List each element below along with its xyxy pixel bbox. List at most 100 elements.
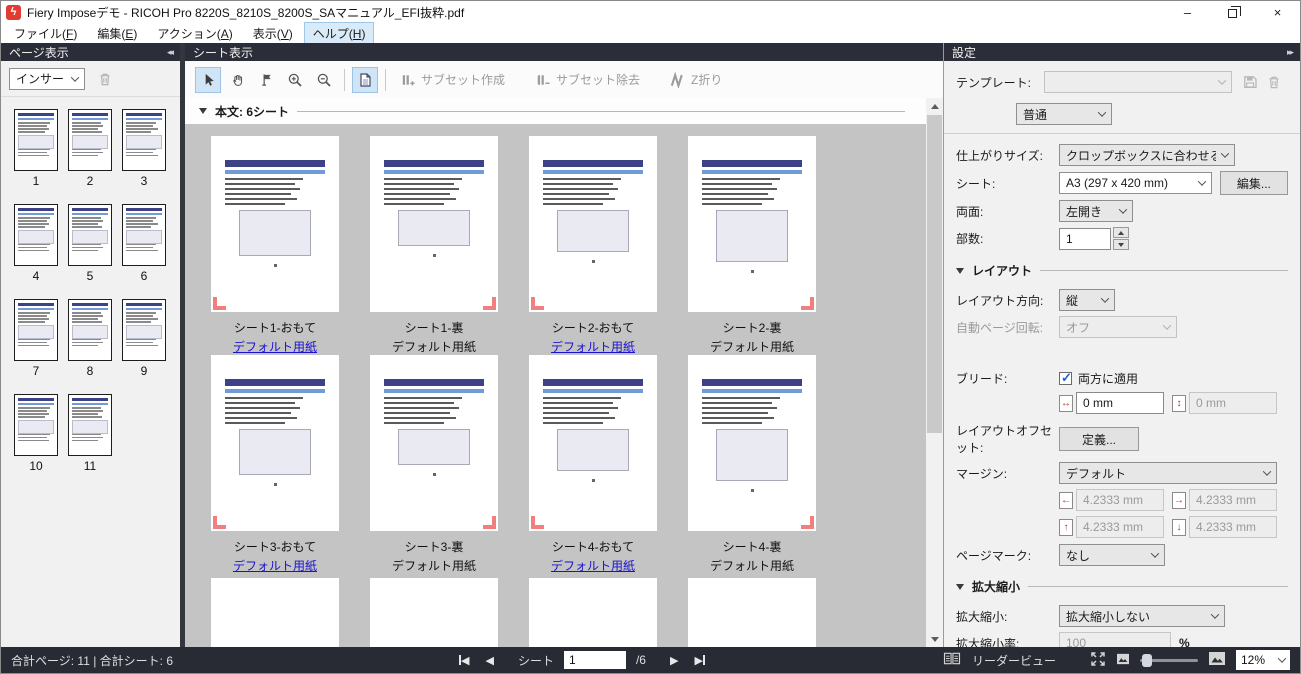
sheet-media-link[interactable]: デフォルト用紙 bbox=[529, 338, 657, 355]
edit-sheet-button[interactable]: 編集... bbox=[1220, 171, 1288, 195]
reader-view-icon[interactable] bbox=[942, 651, 962, 669]
scroll-down-arrow[interactable] bbox=[926, 631, 943, 647]
restore-button[interactable] bbox=[1210, 1, 1255, 23]
zoom-in-image-icon[interactable] bbox=[1208, 651, 1226, 669]
sheet-item[interactable]: シート3-裏デフォルト用紙 bbox=[370, 355, 498, 574]
trash-icon[interactable] bbox=[97, 71, 113, 87]
page-thumbnail[interactable]: 10 bbox=[14, 394, 58, 473]
pan-tool-button[interactable] bbox=[224, 67, 250, 93]
sheet-preview[interactable] bbox=[688, 136, 816, 312]
copies-increment-button[interactable] bbox=[1113, 227, 1129, 238]
fit-to-window-icon[interactable] bbox=[1090, 651, 1106, 670]
close-button[interactable]: × bbox=[1255, 1, 1300, 23]
page-thumbnail[interactable]: 7 bbox=[14, 299, 58, 378]
sheet-media: デフォルト用紙 bbox=[370, 557, 498, 574]
menu-edit[interactable]: 編集(E) bbox=[88, 22, 146, 45]
define-offset-button[interactable]: 定義... bbox=[1059, 427, 1139, 451]
sheet-item-partial[interactable] bbox=[211, 574, 339, 647]
sheet-item[interactable]: シート2-おもてデフォルト用紙 bbox=[529, 136, 657, 355]
sheet-preview[interactable] bbox=[529, 355, 657, 531]
zoom-slider[interactable] bbox=[1140, 659, 1198, 662]
select-tool-button[interactable] bbox=[195, 67, 221, 93]
scale-section-header[interactable]: 拡大縮小 bbox=[956, 578, 1288, 595]
bleed-horizontal-input[interactable]: 0 mm bbox=[1076, 392, 1164, 414]
menu-help[interactable]: ヘルプ(H) bbox=[304, 22, 375, 45]
layout-section-header[interactable]: レイアウト bbox=[956, 262, 1288, 279]
menu-action[interactable]: アクション(A) bbox=[148, 22, 241, 45]
sheet-number-input[interactable] bbox=[564, 651, 626, 669]
sheet-item-partial[interactable] bbox=[370, 574, 498, 647]
delete-template-icon[interactable] bbox=[1266, 74, 1282, 90]
duplex-dropdown[interactable]: 左開き bbox=[1059, 200, 1133, 222]
template-dropdown[interactable] bbox=[1044, 71, 1232, 93]
sheet-media-link[interactable]: デフォルト用紙 bbox=[529, 557, 657, 574]
sheet-item[interactable]: シート3-おもてデフォルト用紙 bbox=[211, 355, 339, 574]
measure-tool-button[interactable] bbox=[253, 67, 279, 93]
sheet-preview[interactable] bbox=[529, 136, 657, 312]
sheet-item[interactable]: シート2-裏デフォルト用紙 bbox=[688, 136, 816, 355]
sheet-item-partial[interactable] bbox=[688, 574, 816, 647]
vertical-scrollbar[interactable] bbox=[926, 98, 943, 647]
next-sheet-button[interactable]: ▶ bbox=[670, 654, 678, 667]
sheet-content-view-button[interactable] bbox=[352, 67, 378, 93]
layout-direction-dropdown[interactable]: 縦 bbox=[1059, 289, 1115, 311]
mode-dropdown[interactable]: 普通 bbox=[1016, 103, 1112, 125]
save-template-icon[interactable] bbox=[1242, 74, 1258, 90]
menu-view[interactable]: 表示(V) bbox=[244, 22, 302, 45]
scrollbar-thumb[interactable] bbox=[927, 115, 942, 433]
z-fold-button[interactable]: Z折り bbox=[663, 71, 728, 88]
sheet-item[interactable]: シート1-裏デフォルト用紙 bbox=[370, 136, 498, 355]
page-thumbnail[interactable]: 2 bbox=[68, 109, 112, 188]
zoom-out-tool-button[interactable] bbox=[311, 67, 337, 93]
insert-dropdown[interactable]: インサート bbox=[9, 68, 85, 90]
sheet-size-dropdown[interactable]: A3 (297 x 420 mm) bbox=[1059, 172, 1212, 194]
sheet-preview[interactable] bbox=[211, 136, 339, 312]
prev-sheet-button[interactable]: ◀ bbox=[485, 654, 493, 667]
reader-view-label[interactable]: リーダービュー bbox=[972, 652, 1056, 669]
bleed-both-checkbox[interactable]: ✓ bbox=[1059, 372, 1072, 385]
page-thumbnail[interactable]: 11 bbox=[68, 394, 112, 473]
sheet-name: シート2-裏 bbox=[688, 319, 816, 336]
page-thumbnail[interactable]: 3 bbox=[122, 109, 166, 188]
last-sheet-button[interactable]: ▶ bbox=[694, 654, 704, 667]
expand-panel-icon[interactable]: ▸▸ bbox=[1287, 47, 1292, 58]
sheet-item-partial[interactable] bbox=[529, 574, 657, 647]
page-thumbnail[interactable]: 6 bbox=[122, 204, 166, 283]
page-thumbnail[interactable]: 1 bbox=[14, 109, 58, 188]
first-sheet-button[interactable]: ◀ bbox=[459, 654, 469, 667]
zoom-in-tool-button[interactable] bbox=[282, 67, 308, 93]
minimize-button[interactable]: – bbox=[1165, 1, 1210, 23]
page-thumbnail[interactable]: 8 bbox=[68, 299, 112, 378]
body-section-header[interactable]: 本文: 6シート bbox=[185, 98, 943, 124]
collapse-panel-icon[interactable]: ◂◂ bbox=[167, 47, 172, 58]
page-mark-dropdown[interactable]: なし bbox=[1059, 544, 1165, 566]
page-thumbnail[interactable]: 4 bbox=[14, 204, 58, 283]
page-thumbnail[interactable]: 5 bbox=[68, 204, 112, 283]
sheet-preview[interactable] bbox=[370, 355, 498, 531]
menu-file[interactable]: ファイル(F) bbox=[5, 22, 86, 45]
zoom-slider-thumb[interactable] bbox=[1142, 654, 1152, 667]
sheet-item[interactable]: シート1-おもてデフォルト用紙 bbox=[211, 136, 339, 355]
scale-dropdown[interactable]: 拡大縮小しない bbox=[1059, 605, 1225, 627]
sheet-item[interactable]: シート4-おもてデフォルト用紙 bbox=[529, 355, 657, 574]
subset-create-button[interactable]: サブセット作成 bbox=[393, 71, 511, 88]
crop-corner-mark bbox=[531, 297, 544, 310]
sheet-preview[interactable] bbox=[211, 355, 339, 531]
sheet-preview[interactable] bbox=[688, 355, 816, 531]
page-thumbnail[interactable]: 9 bbox=[122, 299, 166, 378]
sheet-name: シート1-裏 bbox=[370, 319, 498, 336]
sheet-media-link[interactable]: デフォルト用紙 bbox=[211, 338, 339, 355]
layout-offset-label: レイアウトオフセット: bbox=[956, 422, 1059, 456]
finish-size-dropdown[interactable]: クロップボックスに合わせる bbox=[1059, 144, 1235, 166]
sheet-canvas[interactable]: シート1-おもてデフォルト用紙シート1-裏デフォルト用紙シート2-おもてデフォル… bbox=[185, 124, 943, 647]
margin-dropdown[interactable]: デフォルト bbox=[1059, 462, 1277, 484]
copies-input[interactable]: 1 bbox=[1059, 228, 1111, 250]
zoom-out-image-icon[interactable] bbox=[1116, 653, 1130, 668]
subset-remove-button[interactable]: サブセット除去 bbox=[528, 71, 646, 88]
scroll-up-arrow[interactable] bbox=[926, 98, 943, 114]
copies-decrement-button[interactable] bbox=[1113, 239, 1129, 250]
sheet-item[interactable]: シート4-裏デフォルト用紙 bbox=[688, 355, 816, 574]
zoom-level-dropdown[interactable]: 12% bbox=[1236, 650, 1290, 670]
sheet-preview[interactable] bbox=[370, 136, 498, 312]
sheet-media-link[interactable]: デフォルト用紙 bbox=[211, 557, 339, 574]
